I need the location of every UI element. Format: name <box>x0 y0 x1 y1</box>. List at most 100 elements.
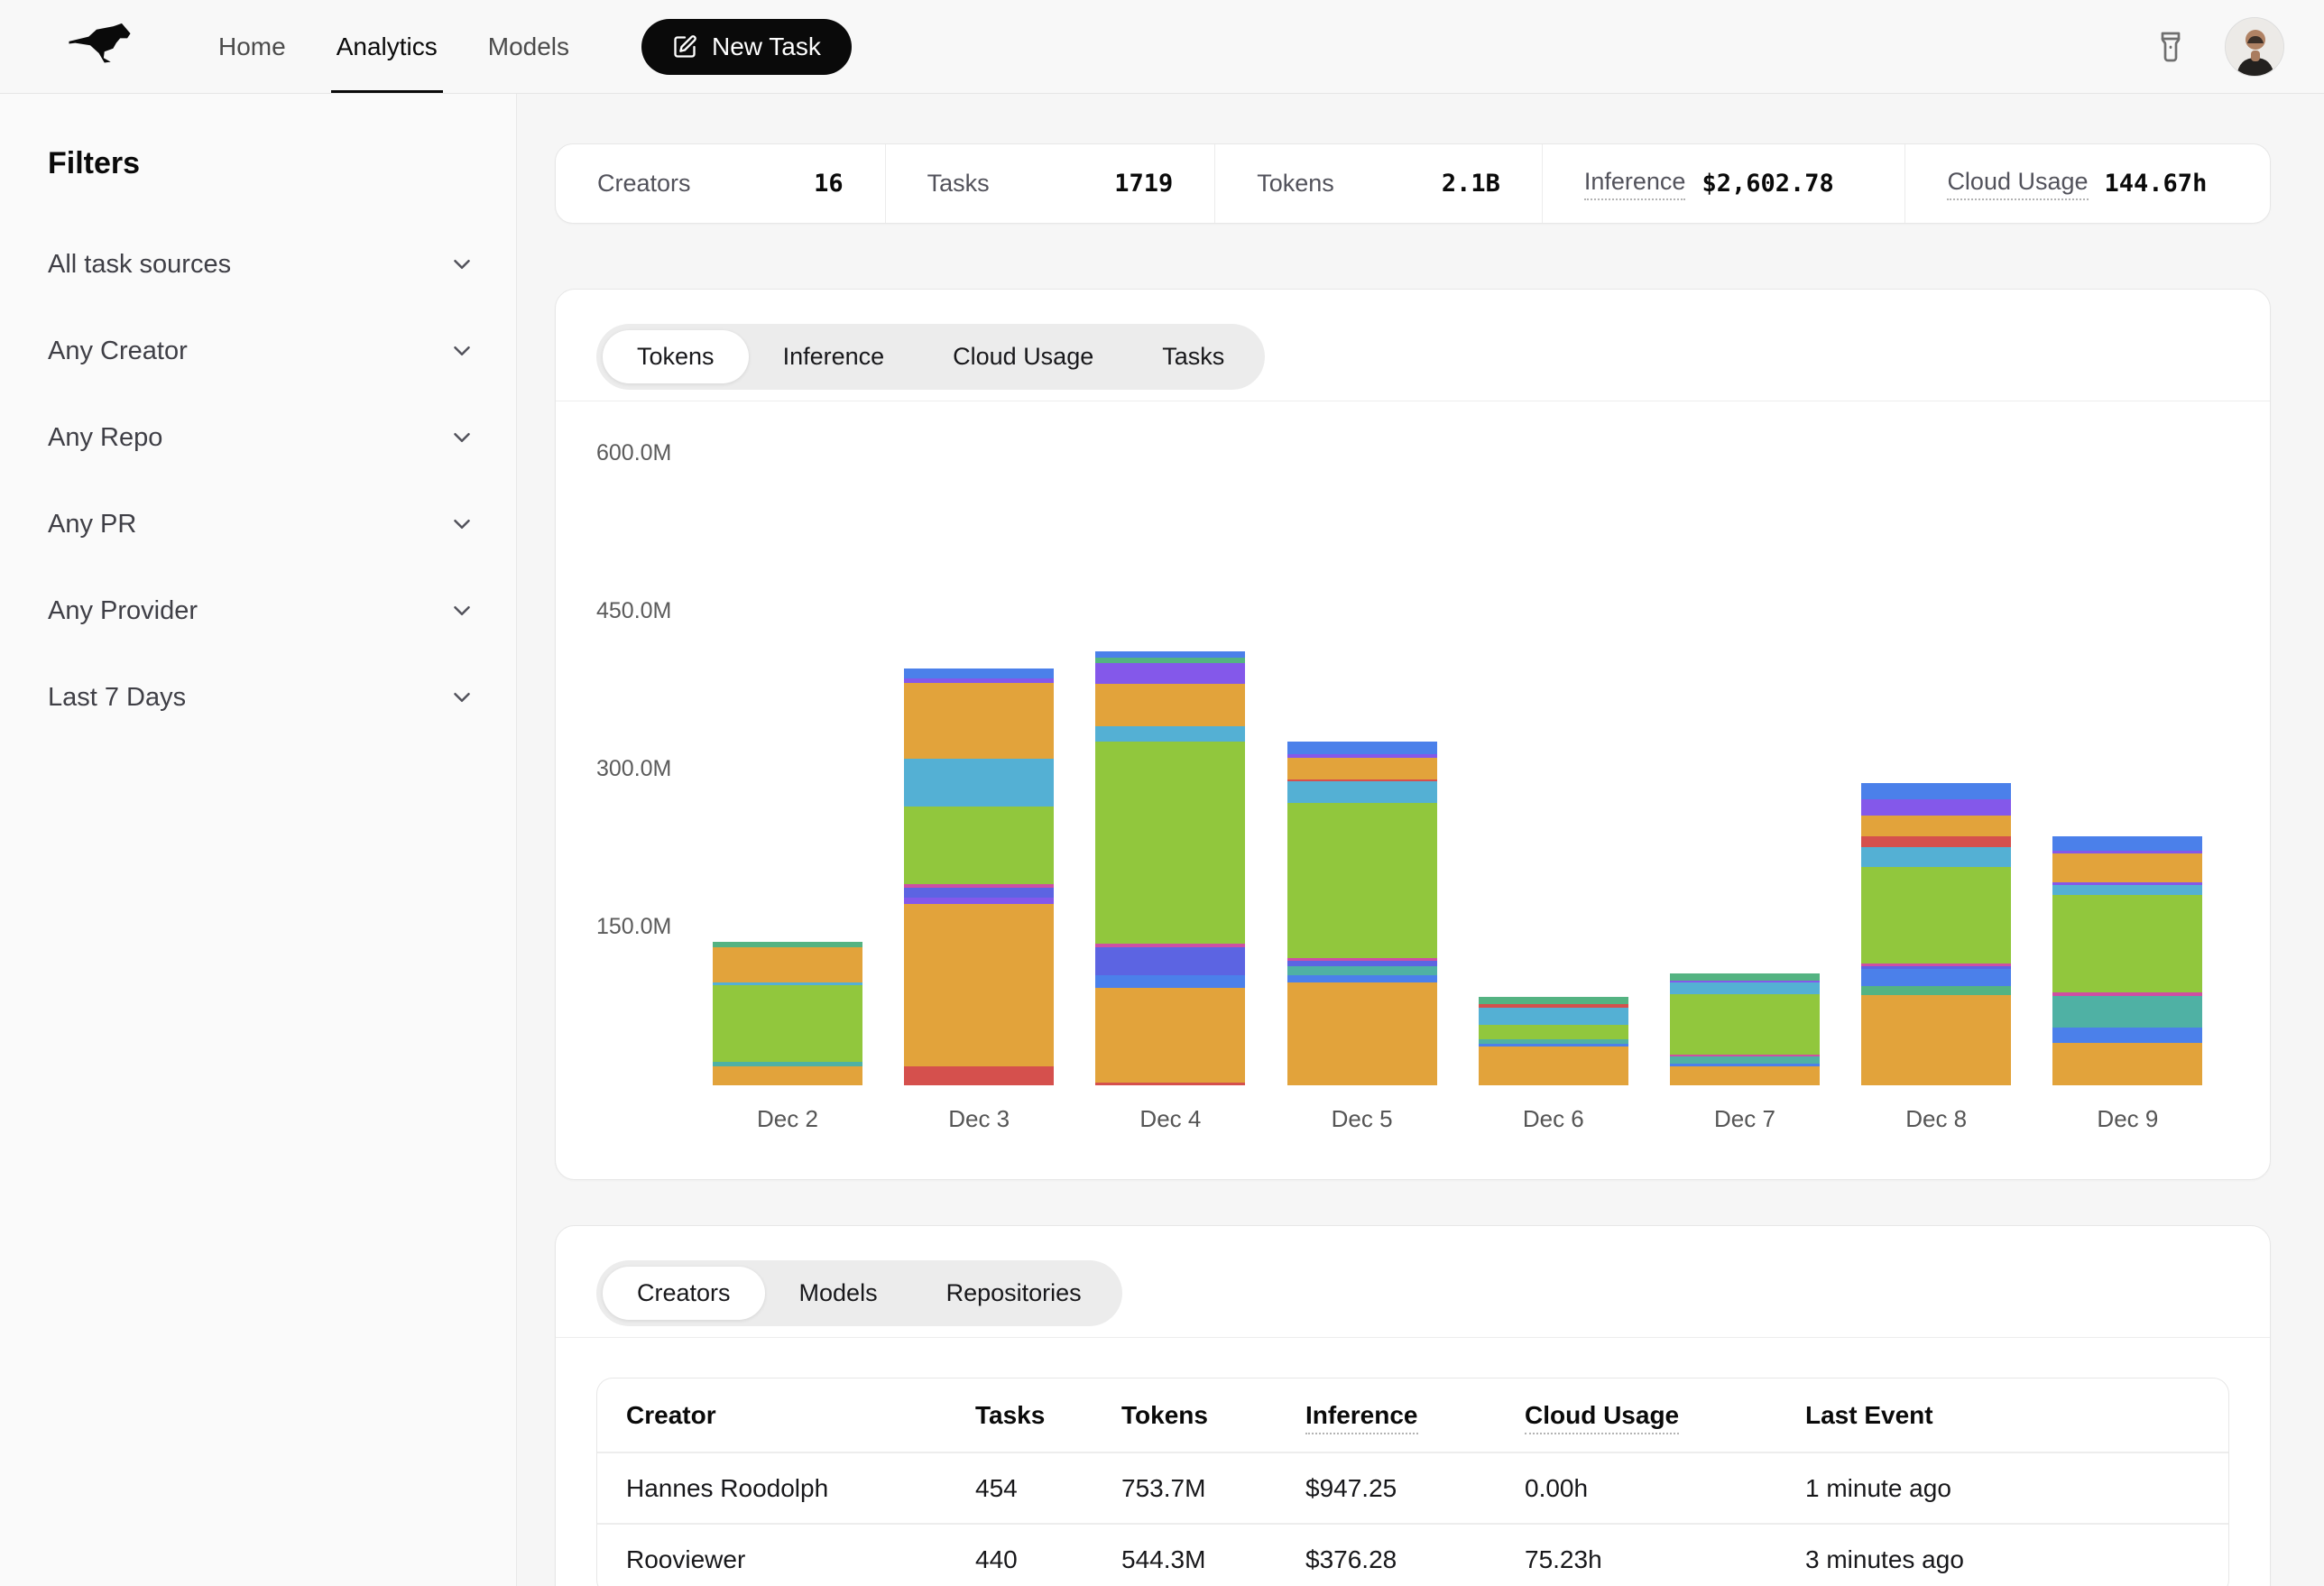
chart-tabs: TokensInferenceCloud UsageTasks <box>596 324 1265 390</box>
filter-all-task-sources[interactable]: All task sources <box>48 221 475 308</box>
bar-dec-8[interactable] <box>1861 783 2011 1085</box>
bar-segment-orange <box>713 947 862 982</box>
new-task-button[interactable]: New Task <box>641 19 852 75</box>
bar-dec-2[interactable] <box>713 942 862 1085</box>
bar-segment-orange <box>2052 853 2202 883</box>
bar-dec-3[interactable] <box>904 669 1054 1085</box>
topbar: HomeAnalyticsModels New Task <box>0 0 2324 94</box>
x-axis-label: Dec 9 <box>2052 1105 2202 1133</box>
bar-segment-green <box>1479 1025 1628 1039</box>
bar-segment-orange <box>1287 982 1437 1085</box>
x-axis-label: Dec 4 <box>1095 1105 1245 1133</box>
filter-last-7-days[interactable]: Last 7 Days <box>48 654 475 741</box>
column-header-cloud-usage[interactable]: Cloud Usage <box>1525 1379 1805 1452</box>
cell-value: 75.23h <box>1525 1524 1805 1586</box>
bar-segment-orange <box>1861 816 2011 835</box>
stat-creators[interactable]: Creators16 <box>556 144 885 223</box>
chart-card: TokensInferenceCloud UsageTasks 600.0M45… <box>555 289 2271 1180</box>
breakdown-tab-models[interactable]: Models <box>765 1267 912 1320</box>
bar-dec-7[interactable] <box>1670 973 1820 1085</box>
bar-segment-blue <box>1095 651 1245 658</box>
kangaroo-logo-glyph <box>60 11 146 83</box>
table-row[interactable]: Rooviewer440544.3M$376.2875.23h3 minutes… <box>597 1524 2229 1586</box>
stat-inference[interactable]: Inference$2,602.78 <box>1542 144 1905 223</box>
chevron-down-icon <box>448 337 475 364</box>
bar-dec-4[interactable] <box>1095 651 1245 1085</box>
bar-segment-skyblue <box>1287 781 1437 802</box>
filter-any-creator[interactable]: Any Creator <box>48 308 475 394</box>
bar-segment-blue <box>1287 742 1437 753</box>
cell-value: 753.7M <box>1121 1452 1305 1524</box>
bar-segment-orange <box>904 683 1054 759</box>
column-header-inference[interactable]: Inference <box>1305 1379 1525 1452</box>
bar-segment-blue <box>1095 975 1245 987</box>
filter-label: Any PR <box>48 510 136 539</box>
chevron-down-icon <box>448 251 475 278</box>
bar-segment-green <box>1861 867 2011 964</box>
cell-value: 0.00h <box>1525 1452 1805 1524</box>
bar-segment-orange <box>1095 988 1245 1083</box>
stat-tokens[interactable]: Tokens 2.1B <box>1214 144 1542 223</box>
bar-segment-skyblue <box>1095 726 1245 742</box>
breakdown-tab-creators[interactable]: Creators <box>603 1267 765 1320</box>
bar-segment-purple <box>904 898 1054 904</box>
bar-segment-orange <box>1670 1066 1820 1085</box>
column-header-label: Inference <box>1305 1401 1418 1434</box>
nav-item-home[interactable]: Home <box>193 0 311 93</box>
x-axis-label: Dec 5 <box>1287 1105 1437 1133</box>
topbar-right <box>2154 17 2284 77</box>
kangaroo-logo[interactable] <box>56 8 150 86</box>
filter-any-provider[interactable]: Any Provider <box>48 567 475 654</box>
chevron-down-icon <box>448 684 475 711</box>
table-row[interactable]: Hannes Roodolph454753.7M$947.250.00h1 mi… <box>597 1452 2229 1524</box>
table-body: Hannes Roodolph454753.7M$947.250.00h1 mi… <box>597 1452 2229 1586</box>
stat-value: 1719 <box>1114 170 1173 198</box>
bar-dec-6[interactable] <box>1479 997 1628 1085</box>
column-header-last-event: Last Event <box>1805 1379 2229 1452</box>
chart-tab-inference[interactable]: Inference <box>749 330 919 383</box>
new-task-label: New Task <box>712 32 821 61</box>
chevron-down-icon <box>448 424 475 451</box>
nav-item-analytics[interactable]: Analytics <box>311 0 463 93</box>
chart-tab-tokens[interactable]: Tokens <box>603 330 749 383</box>
stat-label: Tokens <box>1257 170 1334 198</box>
column-header-creator: Creator <box>597 1379 975 1452</box>
bar-segment-green <box>1095 742 1245 944</box>
column-header-label: Tokens <box>1121 1401 1208 1429</box>
stat-label: Cloud Usage <box>1947 168 2088 200</box>
bar-segment-blue <box>904 669 1054 678</box>
bar-dec-9[interactable] <box>2052 836 2202 1086</box>
filter-any-pr[interactable]: Any PR <box>48 481 475 567</box>
flashlight-icon[interactable] <box>2154 31 2187 63</box>
main-nav: HomeAnalyticsModels <box>193 0 595 93</box>
bar-segment-orange <box>1861 995 2011 1085</box>
cell-value: 454 <box>975 1452 1121 1524</box>
stat-cloud-usage[interactable]: Cloud Usage144.67h <box>1904 144 2270 223</box>
filters-sidebar: Filters All task sourcesAny CreatorAny R… <box>0 94 517 1586</box>
bar-segment-orange <box>713 1066 862 1085</box>
stat-value: 2.1B <box>1442 170 1500 198</box>
bar-segment-seagreen <box>1861 986 2011 994</box>
bar-segment-red <box>904 1066 1054 1085</box>
column-header-label: Last Event <box>1805 1401 1933 1429</box>
y-axis-tick: 300.0M <box>596 756 671 782</box>
cell-value: 1 minute ago <box>1805 1452 2229 1524</box>
stat-value: 16 <box>814 170 844 198</box>
nav-item-models[interactable]: Models <box>463 0 595 93</box>
stat-label: Tasks <box>927 170 990 198</box>
cell-value: $376.28 <box>1305 1524 1525 1586</box>
bar-segment-orange <box>2052 1043 2202 1085</box>
bar-segment-blue <box>1287 975 1437 982</box>
breakdown-tab-repositories[interactable]: Repositories <box>912 1267 1116 1320</box>
filter-any-repo[interactable]: Any Repo <box>48 394 475 481</box>
chart-tab-tasks[interactable]: Tasks <box>1128 330 1259 383</box>
table-header-row: CreatorTasksTokensInferenceCloud UsageLa… <box>597 1379 2229 1452</box>
chart-tab-cloud-usage[interactable]: Cloud Usage <box>918 330 1128 383</box>
bar-segment-indigo <box>1095 947 1245 976</box>
avatar[interactable] <box>2225 17 2284 77</box>
bar-segment-green <box>1670 994 1820 1056</box>
x-axis-label: Dec 7 <box>1670 1105 1820 1133</box>
bar-dec-5[interactable] <box>1287 742 1437 1085</box>
tokens-stacked-bar-chart: 600.0M450.0M300.0M150.0MDec 2Dec 3Dec 4D… <box>556 401 2270 1179</box>
stat-tasks[interactable]: Tasks 1719 <box>885 144 1215 223</box>
